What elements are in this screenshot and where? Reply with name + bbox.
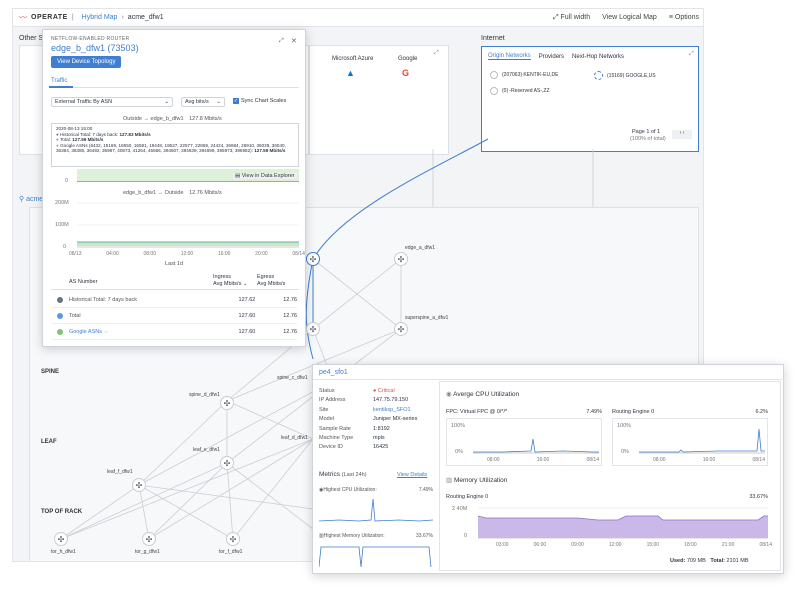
utilization-panel: ◉ Averge CPU Utilization FPC: Virtual FP… [439,381,781,571]
legend-dot [57,328,63,335]
mem-y-top: 2 40M [452,506,468,512]
highest-cpu-sparkline [319,498,433,522]
node-label-tor-g: tor_g_dfw1 [135,549,160,555]
legend-dot: ● [56,137,59,143]
device-field-labels: Status IP Address Site Model Sample Rate… [319,388,354,451]
device-title: pe4_sfo1 [319,369,348,376]
metrics-title: Metrics (Last 24h) [319,471,367,478]
chart2-x-axis: 08/13 04:00 08:00 12:00 16:00 20:00 08/1… [69,251,305,257]
router-node-superspine-a[interactable]: ✣ [394,322,408,336]
mem-y-zero: 0 [464,533,468,539]
close-icon[interactable]: ✕ [291,37,297,45]
expand-icon[interactable]: ⤢ [279,38,284,45]
legend-dot: ● [56,142,59,148]
sort-desc-icon: ⌄ [241,281,248,287]
node-label-spine-c: spine_c_dfw1 [277,375,308,381]
arrow-right-icon: → [157,190,165,196]
router-kicker: NETFLOW-ENABLED ROUTER [51,36,130,42]
node-label-edge-a: edge_a_dfw1 [405,245,436,251]
router-node-selected[interactable]: ✣ [306,252,320,266]
router-node-edge-a[interactable]: ✣ [394,252,408,266]
chart-icon: ▤ [235,173,242,179]
chart1-y-zero: 0 [65,178,69,184]
memory-chart [478,507,768,539]
table-row[interactable]: Google ASNs ⇔ 127.60 12.76 [51,324,297,340]
table-header: AS Number Ingress Avg Mbits/s ⌄ Egress A… [51,272,299,290]
node-label-leaf-e: leaf_e_dfw1 [193,447,220,453]
table-row[interactable]: Historical Total: 7 days back 127.62 12.… [51,292,297,308]
tab-indicator [49,86,73,88]
chart1-header: Outside → edge_b_dfw1 127.8 Mbits/s [123,116,222,122]
node-label-tor-h: tor_h_dfw1 [51,549,76,555]
legend-dot [57,296,63,303]
memory-usage-summary: Used: 709 MB Total: 2101 MB [670,558,749,564]
chart2-y-100m: 100M [55,222,69,228]
router-node-leaf-e[interactable]: ✣ [220,456,234,470]
tab-divider [51,87,299,88]
fpc-label: FPC: Virtual FPC @ 0/*/* 7.49% [446,409,602,415]
device-popup: pe4_sfo1 Status IP Address Site Model Sa… [312,364,785,574]
router-node-superspine-b[interactable]: ✣ [306,322,320,336]
chart2-y-200m: 200M [55,200,69,206]
checkbox-icon: ✓ [233,98,239,104]
google-asns-link[interactable]: Google ASNs [69,329,102,335]
fpc-chart: 100% 0% 08:00 16:00 08/14 [446,418,602,466]
cpu-section-title: ◉ Averge CPU Utilization [446,391,520,398]
memory-section-title: ▥ Memory Utilization [446,477,508,484]
router-node-tor-g[interactable]: ✣ [142,532,156,546]
units-select[interactable]: Avg bits/s ⌄ [181,97,225,107]
re-label: Routing Engine 0 6.2% [612,409,768,415]
legend-dot: ● [56,131,59,137]
chart2-caption: Last 1d [165,261,184,267]
tab-traffic[interactable]: Traffic [51,78,67,84]
memory-icon: ▥ [446,477,454,484]
view-in-data-explorer-link[interactable]: ▤ View in Data Explorer [233,173,297,179]
device-field-values: ● Critical 147.75.79.150 kentiksp_SFO1 J… [373,388,418,451]
chart-tooltip: 2020-08-13 15:00 ● Historical Total: 7 d… [51,123,299,167]
memory-x-axis: 03:00 06:00 09:00 12:00 15:00 18:00 21:00 08/14 [496,542,772,548]
table-row[interactable]: Total 127.60 12.76 [51,308,297,324]
chart2-header: edge_b_dfw1 → Outside 12.76 Mbits/s [123,190,222,196]
chart2-y-0: 0 [63,244,67,250]
re-chart: 100% 0% 08:00 16:00 08/14 [612,418,768,466]
view-device-topology-button[interactable]: View Device Topology [51,56,122,68]
chevron-down-icon: ⌄ [216,99,221,105]
site-link[interactable]: kentiksp_SFO1 [373,406,417,415]
legend-dot [57,312,63,319]
highest-memory-label: ▥ Highest Memory Utilization: 33.67% [319,533,433,539]
router-popup: NETFLOW-ENABLED ROUTER edge_b_dfw1 (7350… [42,29,306,347]
router-node-tor-f[interactable]: ✣ [226,532,240,546]
link-icon: ⇔ [101,328,110,335]
highest-cpu-label: ◉ Highest CPU Utilization: 7.49% [319,487,433,493]
router-node-spine-d[interactable]: ✣ [220,396,234,410]
traffic-select[interactable]: External Traffic By ASN ⌄ [51,97,173,107]
router-title: edge_b_dfw1 (73503) [51,43,139,53]
view-details-link[interactable]: View Details [397,472,427,478]
chart2-plot [77,202,299,248]
status-badge: ● Critical [373,388,395,394]
node-label-leaf-d: leaf_d_dfw1 [281,435,308,441]
divider [313,379,785,380]
router-node-tor-h[interactable]: ✣ [54,532,68,546]
chevron-down-icon: ⌄ [164,99,169,105]
highest-memory-sparkline [319,546,432,568]
arrow-right-icon: → [143,116,151,122]
node-label-leaf-f: leaf_f_dfw1 [107,469,133,475]
mem-re-label: Routing Engine 0 33.67% [446,494,768,500]
node-label-tor-f: tor_f_dfw1 [219,549,243,555]
router-node-leaf-f[interactable]: ✣ [132,478,146,492]
node-label-superspine-a: superspine_a_dfw1 [405,315,449,321]
node-label-spine-d: spine_d_dfw1 [189,392,220,398]
sync-chart-scales-checkbox[interactable]: ✓ Sync Chart Scales [233,98,286,104]
